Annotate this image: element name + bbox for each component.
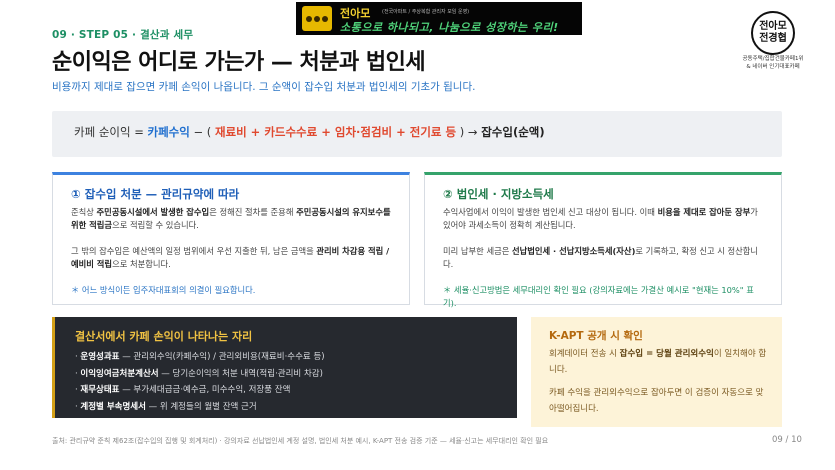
formula-text: 카페 순이익 = 카페수익 − ( 재료비 + 카드수수료 + 임차·점검비 +… (74, 124, 545, 140)
card-paragraph: 준칙상 주민공동시설에서 발생한 잡수입은 정해진 절차를 준용해 주민공동시설… (71, 206, 395, 232)
people-icon (302, 6, 332, 31)
logo-caption-1: 공동주택/집합건물카페1위 (742, 56, 804, 62)
page-subtitle: 비용까지 제대로 잡으면 카페 손익이 나옵니다. 그 순액이 잡수입 처분과 … (52, 81, 476, 93)
list-item: · 계정별 부속명세서 — 위 계정들의 월별 잔액 근거 (75, 401, 257, 412)
surplus-disposal-card: ① 잡수입 처분 — 관리규약에 따라 준칙상 주민공동시설에서 발생한 잡수입… (52, 172, 410, 305)
text-run: 으로 적립할 수 있습니다. (112, 220, 199, 230)
card-title: ② 법인세 · 지방소득세 (443, 187, 554, 201)
kapt-check-box: K-APT 공개 시 확인 회계데이터 전송 시 잡수입 = 당월 관리외수익이… (531, 317, 782, 427)
card-title: ① 잡수입 처분 — 관리규약에 따라 (71, 187, 240, 201)
text-run: 미리 납부한 세금은 (443, 246, 512, 256)
source-note: 출처: 관리규약 준칙 제62조(잡수입의 집행 및 회계처리) · 강의자료 … (52, 437, 549, 445)
text-run: 수익사업에서 이익이 발생한 법인세 신고 대상이 됩니다. 이때 (443, 207, 658, 217)
box-title: 결산서에서 카페 손익이 나타나는 자리 (75, 330, 253, 343)
text-run: 으로 처분합니다. (112, 259, 171, 269)
text-run: 준칙상 (71, 207, 97, 217)
community-banner[interactable]: 전아모 (전국아파트 / 주상복합 관리자 모임 운영) 소통으로 하나되고, … (296, 2, 582, 35)
card-note: ＊ 어느 방식이든 입주자대표회의 의결이 필요합니다. (71, 285, 256, 295)
text-emphasis: 비용을 제대로 잡아둔 장부 (657, 207, 751, 217)
box-paragraph: 카페 수익을 관리외수익으로 잡아두면 이 검증이 자동으로 맞아떨어집니다. (549, 388, 764, 414)
box-paragraph: 회계데이터 전송 시 잡수입 = 당월 관리외수익이 일치해야 합니다. (549, 347, 771, 378)
list-item: · 이익잉여금처분계산서 — 당기순이익의 처분 내역(적립·관리비 차감) (75, 368, 323, 379)
banner-slogan: 소통으로 하나되고, 나눔으로 성장하는 우리! (340, 21, 559, 34)
formula-prefix: 카페 순이익 = (74, 125, 148, 139)
list-item: · 운영성과표 — 관리외수익(카페수익) / 관리외비용(재료비·수수료 등) (75, 352, 325, 362)
statement-location-box: 결산서에서 카페 손익이 나타나는 자리 · 운영성과표 — 관리외수익(카페수… (52, 317, 517, 418)
logo-line2: 전경협 (759, 33, 787, 44)
text-run: 은 정해진 절차를 준용해 (209, 207, 297, 217)
formula-income: 카페수익 (147, 125, 190, 139)
formula-result: 잡수입(순액) (481, 125, 545, 139)
text-run: 그 밖의 잡수입은 예산액의 일정 범위에서 우선 지출한 뒤, 남은 금액을 (71, 246, 317, 256)
corporate-tax-card: ② 법인세 · 지방소득세 수익사업에서 이익이 발생한 법인세 신고 대상이 … (424, 172, 782, 308)
page-title: 순이익은 어디로 가는가 — 처분과 법인세 (52, 50, 426, 75)
item-desc: — 당기순이익의 처분 내역(적립·관리비 차감) (158, 368, 323, 379)
item-name: 운영성과표 (80, 352, 120, 362)
card-note: ＊ 세율·신고방법은 세무대리인 확인 필요 (강의자료에는 가결산 예시로 "… (443, 285, 754, 308)
item-desc: — 관리외수익(카페수익) / 관리외비용(재료비·수수료 등) (119, 352, 325, 362)
list-item: · 재무상태표 — 부가세대급금·예수금, 미수수익, 저장품 잔액 (75, 385, 291, 395)
item-desc: — 부가세대급금·예수금, 미수수익, 저장품 잔액 (119, 385, 291, 395)
page-number: 09 / 10 (772, 435, 802, 445)
community-logo: 전아모 전경협 (751, 11, 795, 55)
item-desc: — 위 계정들의 월별 잔액 근거 (145, 401, 257, 412)
box-body: 회계데이터 전송 시 잡수입 = 당월 관리외수익이 일치해야 합니다. 카페 … (549, 347, 771, 425)
item-name: 이익잉여금처분계산서 (80, 368, 159, 379)
banner-small-text: (전국아파트 / 주상복합 관리자 모임 운영) (382, 9, 470, 15)
text-run: 회계데이터 전송 시 (549, 349, 620, 359)
net-income-formula: 카페 순이익 = 카페수익 − ( 재료비 + 카드수수료 + 임차·점검비 +… (52, 111, 782, 157)
logo-caption-2: & 네이버 인기대표카페 (746, 63, 800, 70)
card-body: 준칙상 주민공동시설에서 발생한 잡수입은 정해진 절차를 준용해 주민공동시설… (71, 206, 395, 310)
card-paragraph: 그 밖의 잡수입은 예산액의 일정 범위에서 우선 지출한 뒤, 남은 금액을 … (71, 245, 395, 271)
text-emphasis: 선납법인세 · 선납지방소득세(자산) (511, 246, 636, 256)
formula-minus: − ( (189, 125, 215, 139)
logo-line1: 전아모 (759, 21, 787, 32)
formula-suffix: ) → (456, 125, 482, 139)
card-paragraph: 수익사업에서 이익이 발생한 법인세 신고 대상이 됩니다. 이때 비용을 제대… (443, 206, 767, 232)
item-name: 계정별 부속명세서 (80, 401, 146, 412)
item-name: 재무상태표 (80, 385, 120, 395)
step-label: 09 · STEP 05 · 결산과 세무 (52, 29, 194, 41)
card-paragraph: 미리 납부한 세금은 선납법인세 · 선납지방소득세(자산)로 기록하고, 확정… (443, 245, 767, 271)
formula-costs: 재료비 + 카드수수료 + 임차·점검비 + 전기료 등 (214, 125, 457, 139)
box-title: K-APT 공개 시 확인 (549, 330, 643, 342)
text-emphasis: 주민공동시설에서 발생한 잡수입 (96, 207, 210, 217)
statement-list: · 운영성과표 — 관리외수익(카페수익) / 관리외비용(재료비·수수료 등)… (75, 349, 325, 415)
card-body: 수익사업에서 이익이 발생한 법인세 신고 대상이 됩니다. 이때 비용을 제대… (443, 206, 767, 323)
text-emphasis: 잡수입 = 당월 관리외수익 (619, 349, 714, 359)
logo-caption: 공동주택/집합건물카페1위 & 네이버 인기대표카페 (728, 56, 818, 71)
